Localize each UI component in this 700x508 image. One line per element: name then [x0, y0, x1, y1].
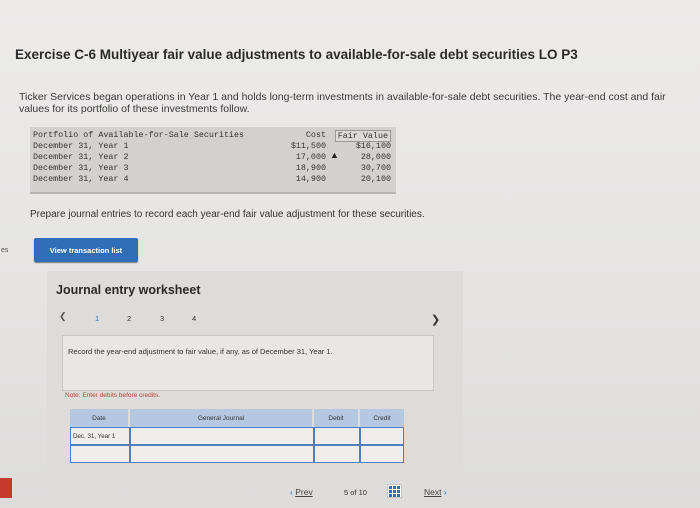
- portfolio-table: Portfolio of Available-for-Sale Securiti…: [30, 127, 396, 194]
- instructions-prompt: Prepare journal entries to record each y…: [30, 209, 425, 220]
- next-label: Next: [424, 487, 442, 497]
- general-journal-table: Date General Journal Debit Credit Dec. 3…: [70, 409, 404, 471]
- chevron-left-icon[interactable]: ❮: [59, 311, 67, 322]
- prev-button[interactable]: ‹ Prev: [290, 487, 313, 497]
- journal-debit-cell[interactable]: [314, 427, 360, 445]
- portfolio-row-cost: 17,000: [295, 152, 326, 162]
- page-of: of: [350, 488, 357, 497]
- record-instruction-box: [62, 335, 434, 391]
- portfolio-row-cost: 18,900: [295, 163, 326, 173]
- portfolio-row-label: December 31, Year 1: [33, 141, 129, 151]
- tab-2[interactable]: 2: [127, 314, 131, 323]
- exercise-intro: Ticker Services began operations in Year…: [19, 91, 666, 115]
- tab-3[interactable]: 3: [160, 314, 164, 323]
- journal-credit-cell[interactable]: [360, 445, 404, 463]
- journal-date-cell[interactable]: [70, 445, 130, 463]
- portfolio-row: December 31, Year 3 18,900 30,700: [30, 163, 396, 174]
- portfolio-row: December 31, Year 4 14,900 20,100: [30, 174, 396, 185]
- prev-label: Prev: [295, 487, 313, 497]
- worksheet-title: Journal entry worksheet: [56, 283, 201, 297]
- journal-account-cell[interactable]: [130, 445, 314, 463]
- view-transaction-list-button[interactable]: View transaction list: [34, 238, 138, 262]
- portfolio-row-label: December 31, Year 4: [33, 174, 129, 184]
- column-header-date: Date: [70, 409, 128, 427]
- tab-4[interactable]: 4: [192, 314, 196, 323]
- mouse-cursor-icon: ▲: [330, 150, 339, 160]
- grid-icon[interactable]: [387, 484, 402, 498]
- journal-account-cell[interactable]: [130, 427, 314, 445]
- portfolio-row: December 31, Year 2 17,000 28,000: [30, 152, 396, 163]
- page-indicator: 5 of 10: [344, 488, 367, 497]
- portfolio-row-label: December 31, Year 3: [33, 163, 129, 173]
- column-header-debit: Debit: [314, 409, 358, 427]
- mcgraw-hill-logo: [0, 478, 12, 498]
- portfolio-row-label: December 31, Year 2: [33, 152, 129, 162]
- portfolio-row-fair-value: 28,000: [360, 152, 391, 162]
- chevron-right-icon[interactable]: ❯: [431, 313, 440, 326]
- column-header-credit: Credit: [360, 409, 404, 427]
- exercise-title: Exercise C-6 Multiyear fair value adjust…: [15, 47, 578, 62]
- portfolio-row-fair-value: 30,700: [360, 163, 391, 173]
- journal-date-cell[interactable]: Dec. 31, Year 1: [70, 427, 130, 445]
- debits-note: Note: Enter debits before credits.: [65, 392, 161, 399]
- portfolio-header-cost: Cost: [305, 130, 326, 140]
- next-button[interactable]: Next ›: [424, 487, 447, 497]
- side-margin-text: es: [1, 247, 9, 254]
- page-current: 5: [344, 488, 349, 497]
- journal-credit-cell[interactable]: [360, 427, 404, 445]
- next-arrow-icon: ›: [443, 487, 447, 497]
- portfolio-header-row: Portfolio of Available-for-Sale Securiti…: [30, 130, 396, 142]
- portfolio-row-cost: $11,500: [290, 141, 326, 151]
- portfolio-row-cost: 14,900: [295, 174, 326, 184]
- journal-debit-cell[interactable]: [314, 445, 360, 463]
- prev-arrow-icon: ‹: [290, 487, 293, 497]
- portfolio-row: December 31, Year 1 $11,500 $16,100: [30, 141, 396, 152]
- portfolio-row-fair-value: 20,100: [360, 174, 391, 184]
- page-total: 10: [358, 488, 367, 497]
- column-header-general-journal: General Journal: [130, 409, 312, 427]
- record-instruction-text: Record the year-end adjustment to fair v…: [68, 347, 333, 356]
- portfolio-row-fair-value: $16,100: [355, 141, 391, 151]
- tab-1[interactable]: 1: [95, 314, 99, 323]
- portfolio-header-label: Portfolio of Available-for-Sale Securiti…: [33, 130, 245, 140]
